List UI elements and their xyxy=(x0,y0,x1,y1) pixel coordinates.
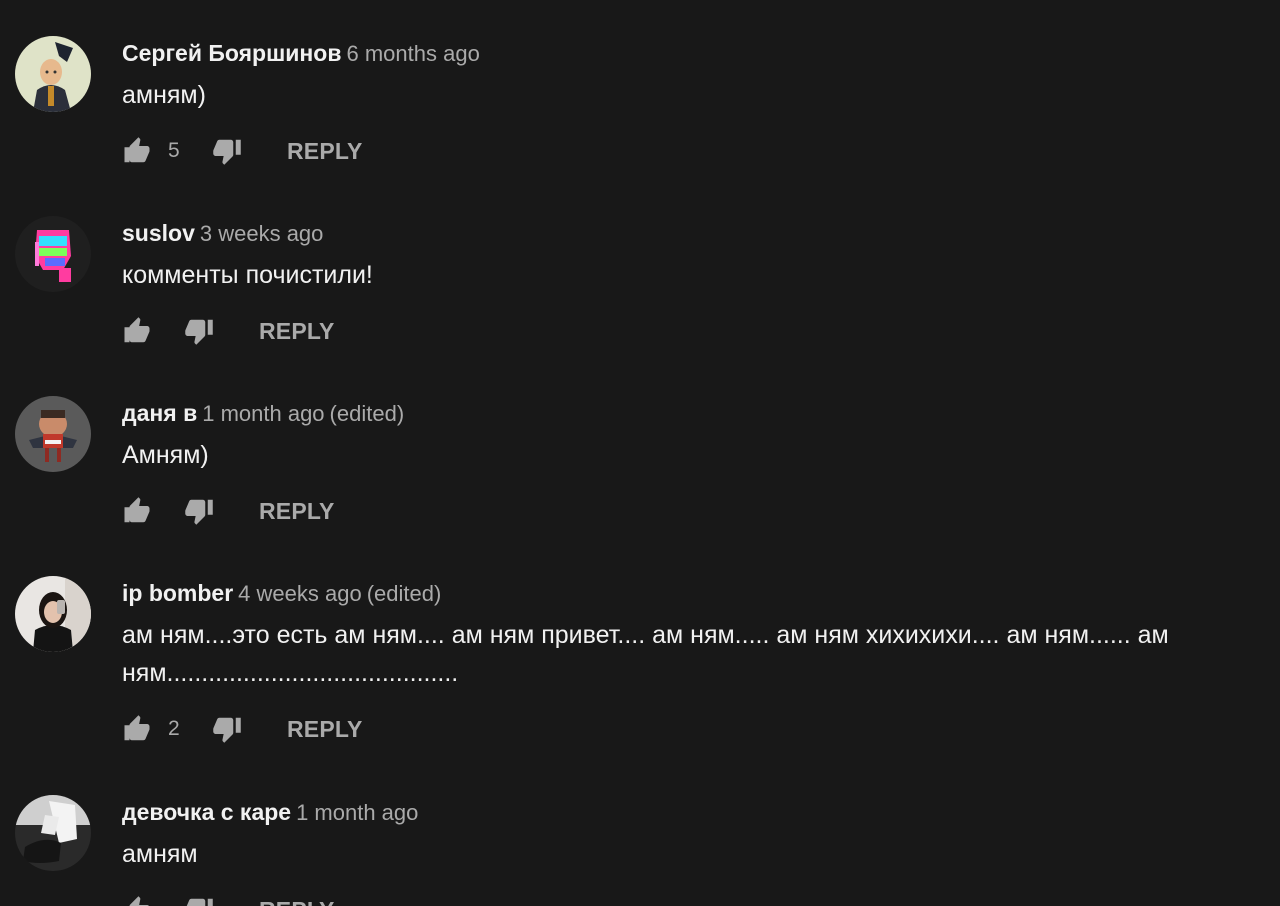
comment-body: ip bomber 4 weeks ago (edited) ам ням....э… xyxy=(122,576,1252,749)
comment-text: ам ням....это есть ам ням.... ам ням при… xyxy=(122,621,1169,687)
comment-header: ip bomber 4 weeks ago (edited) xyxy=(122,576,1252,610)
comment-body: Сергей Бояршинов 6 months ago амням) 5 RE… xyxy=(122,36,1252,171)
dislike-button[interactable] xyxy=(184,496,214,526)
comment-body: девочка с каре1 month ago амням REPLY xyxy=(122,795,1252,906)
edited-label: (edited) xyxy=(366,581,442,606)
comment-header: Сергей Бояршинов 6 months ago xyxy=(122,36,1252,70)
dislike-button[interactable] xyxy=(184,895,214,906)
comment-time[interactable]: 3 weeks ago xyxy=(200,221,324,246)
avatar[interactable] xyxy=(15,216,91,292)
comment-header: девочка с каре 1 month ago xyxy=(122,795,1252,829)
comment-actions: REPLY xyxy=(122,491,1252,531)
comment-time[interactable]: 4 weeks ago xyxy=(238,581,362,606)
avatar[interactable] xyxy=(15,36,91,112)
dislike-button[interactable] xyxy=(212,136,242,166)
avatar[interactable] xyxy=(15,576,91,652)
comment-author[interactable]: девочка с каре xyxy=(122,799,291,825)
thumbs-down-icon xyxy=(186,898,213,906)
thumbs-down-icon xyxy=(213,717,241,743)
comment-time[interactable]: 6 months ago xyxy=(347,41,480,66)
thumbs-down-icon xyxy=(185,499,213,525)
comment-author[interactable]: даня в xyxy=(122,400,197,426)
comment-header: даня в1 month ago (edited) xyxy=(122,396,1252,430)
dislike-button[interactable] xyxy=(184,316,214,346)
avatar-bald-man-icon xyxy=(15,36,91,112)
thumbs-down-icon xyxy=(185,319,213,345)
reply-button[interactable]: REPLY xyxy=(259,897,335,906)
dislike-button[interactable] xyxy=(212,714,242,744)
comment-text: амням xyxy=(122,840,198,868)
comment-author[interactable]: ip bomber xyxy=(122,580,233,606)
edited-label: (edited) xyxy=(329,401,405,426)
like-button[interactable] xyxy=(122,316,152,346)
reply-button[interactable]: REPLY xyxy=(259,318,335,345)
like-count: 5 xyxy=(168,139,180,162)
thumbs-up-icon xyxy=(124,317,150,343)
thumbs-up-icon xyxy=(124,715,150,741)
avatar[interactable] xyxy=(15,795,91,871)
comments-list: Сергей Бояршинов 6 months ago амням) 5 RE… xyxy=(0,0,1280,906)
comment-time[interactable]: 1 month ago xyxy=(202,401,324,426)
comment-actions: 5 REPLY xyxy=(122,131,1252,171)
reply-button[interactable]: REPLY xyxy=(287,716,363,743)
comment-text: комменты почистили! xyxy=(122,261,373,289)
thumbs-up-icon xyxy=(124,137,150,163)
comment-text: Амням) xyxy=(122,441,209,469)
comment-author[interactable]: Сергей Бояршинов xyxy=(122,40,342,66)
like-count: 2 xyxy=(168,717,180,740)
comment-header: suslov 3 weeks ago xyxy=(122,216,1252,250)
avatar-cartoon-character-icon xyxy=(15,396,91,472)
like-button[interactable] xyxy=(122,714,152,744)
like-button[interactable] xyxy=(122,136,152,166)
like-button[interactable] xyxy=(122,496,152,526)
comment-actions: REPLY xyxy=(122,311,1252,351)
comment-text: амням) xyxy=(122,81,206,109)
comment-body: даня в1 month ago (edited) Амням) REPLY xyxy=(122,396,1252,531)
comment-author[interactable]: suslov xyxy=(122,220,195,246)
comment-time[interactable]: 1 month ago xyxy=(296,800,418,825)
avatar[interactable] xyxy=(15,396,91,472)
avatar-glitch-skull-icon xyxy=(15,216,91,292)
comment-actions: 2 REPLY xyxy=(122,709,1252,749)
comment-actions: REPLY xyxy=(122,890,1252,906)
thumbs-down-icon xyxy=(213,139,241,165)
thumbs-up-icon xyxy=(124,497,150,523)
reply-button[interactable]: REPLY xyxy=(259,498,335,525)
comment-body: suslov 3 weeks ago комменты почистили! RE… xyxy=(122,216,1252,351)
avatar-girl-photo-icon xyxy=(15,576,91,652)
like-button[interactable] xyxy=(122,895,152,906)
reply-button[interactable]: REPLY xyxy=(287,138,363,165)
thumbs-up-icon xyxy=(129,896,149,906)
avatar-socks-photo-icon xyxy=(15,795,91,871)
